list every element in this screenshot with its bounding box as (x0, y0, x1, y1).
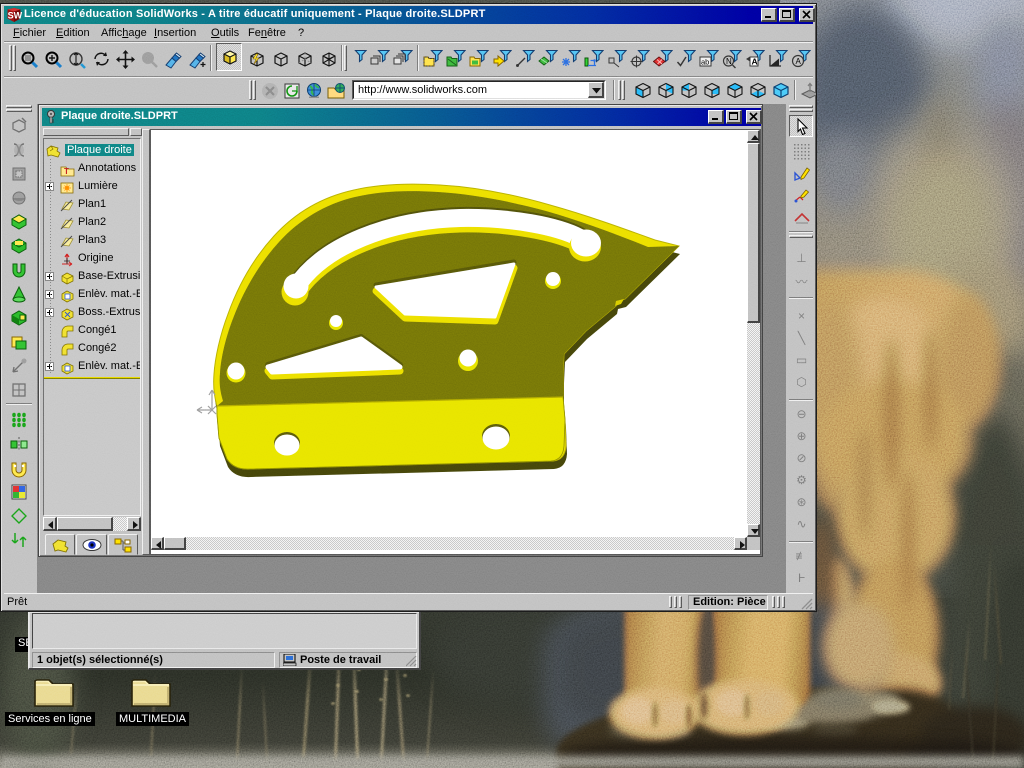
svg-text:A: A (796, 57, 802, 66)
svg-text:A: A (752, 57, 758, 67)
svg-text:T: T (64, 167, 69, 176)
svg-text:N: N (726, 57, 732, 66)
svg-text:ab: ab (701, 58, 709, 67)
svg-text:SW: SW (8, 11, 22, 21)
